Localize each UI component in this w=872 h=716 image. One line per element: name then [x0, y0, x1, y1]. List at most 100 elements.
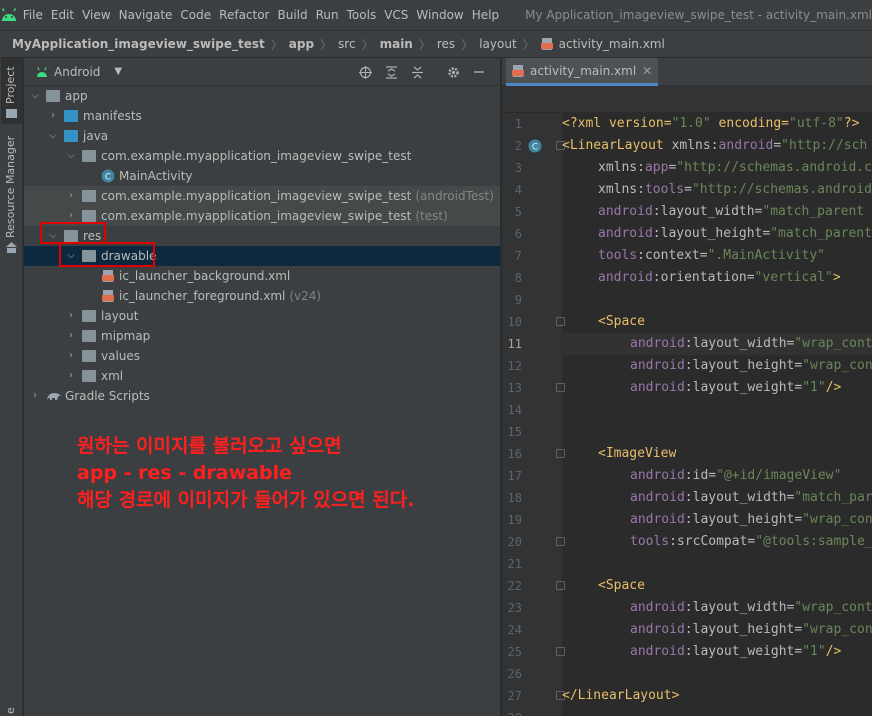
project-tool-tab[interactable]: Project	[1, 58, 22, 124]
menu-tools[interactable]: Tools	[343, 0, 381, 30]
code-token: android	[630, 622, 685, 637]
tree-item-mainactivity[interactable]: C MainActivity	[24, 166, 500, 186]
resource-manager-tool-tab[interactable]: Resource Manager	[1, 135, 22, 258]
chevron-right-icon[interactable]: ›	[66, 306, 76, 326]
code-line: android:layout_weight="1"/>	[630, 641, 841, 663]
tab-label: activity_main.xml	[530, 63, 637, 78]
tab-activity-main-xml[interactable]: activity_main.xml ✕	[506, 58, 659, 86]
chevron-down-icon[interactable]: ⌵	[30, 86, 40, 106]
menu-bar: File Edit View Navigate Code Refactor Bu…	[0, 0, 872, 30]
breadcrumb-main[interactable]: main	[380, 37, 413, 51]
chevron-right-icon[interactable]: ›	[66, 346, 76, 366]
code-token: android	[598, 226, 653, 241]
window-title: My Application_imageview_swipe_test - ac…	[525, 8, 872, 22]
tree-item-package-main[interactable]: ⌵ com.example.myapplication_imageview_sw…	[24, 146, 500, 166]
menu-file[interactable]: File	[19, 0, 47, 30]
code-line-current: android:layout_width="wrap_cont	[562, 333, 872, 355]
minimize-icon[interactable]	[466, 58, 492, 86]
code-line: android:layout_width="match_par	[630, 487, 872, 509]
tree-item-label: Gradle Scripts	[65, 389, 150, 403]
tree-item-manifests[interactable]: › manifests	[24, 106, 500, 126]
line-number: 10	[507, 315, 522, 329]
tree-item-ic-launcher-background[interactable]: ic_launcher_background.xml	[24, 266, 500, 286]
code-editor: activity_main.xml ✕ 1 2 3 4 5 6 7 8 9 10…	[502, 58, 872, 716]
code-token: =	[684, 182, 692, 197]
caret-down-icon[interactable]: ▼	[114, 66, 122, 77]
menu-build[interactable]: Build	[274, 0, 312, 30]
menu-refactor[interactable]: Refactor	[215, 0, 273, 30]
line-number: 14	[507, 403, 522, 417]
close-icon[interactable]: ✕	[642, 64, 652, 78]
chevron-right-icon[interactable]: ›	[30, 386, 40, 406]
collapse-all-icon[interactable]	[404, 58, 430, 86]
folder-icon	[82, 310, 96, 322]
menu-vcs[interactable]: VCS	[380, 0, 412, 30]
code-line: android:layout_height="wrap_con	[630, 509, 872, 531]
menu-run[interactable]: Run	[312, 0, 343, 30]
bottom-tool-tab[interactable]: e	[1, 698, 22, 716]
code-token: android	[718, 138, 774, 153]
resource-icon	[6, 242, 17, 253]
expand-all-icon[interactable]	[378, 58, 404, 86]
tree-item-hint: (androidTest)	[415, 189, 494, 203]
breadcrumb-project[interactable]: MyApplication_imageview_swipe_test	[12, 37, 265, 51]
menu-navigate[interactable]: Navigate	[115, 0, 177, 30]
code-token: :srcCompat=	[669, 534, 756, 549]
breadcrumb-src[interactable]: src	[338, 37, 356, 51]
tree-item-ic-launcher-foreground[interactable]: ic_launcher_foreground.xml (v24)	[24, 286, 500, 306]
gear-icon[interactable]	[440, 58, 466, 86]
highlight-res-box	[40, 222, 106, 244]
tree-item-package-androidtest[interactable]: › com.example.myapplication_imageview_sw…	[24, 186, 500, 206]
resource-manager-tab-label: Resource Manager	[4, 135, 17, 238]
locate-file-icon[interactable]	[352, 58, 378, 86]
tree-item-xml[interactable]: › xml	[24, 366, 500, 386]
tree-item-layout[interactable]: › layout	[24, 306, 500, 326]
breadcrumb-layout[interactable]: layout	[479, 37, 516, 51]
code-line: android:layout_height="match_parent	[598, 223, 872, 245]
class-gutter-icon[interactable]: C	[528, 139, 542, 153]
code-token: "vertical"	[754, 270, 833, 285]
menu-view[interactable]: View	[78, 0, 114, 30]
annotation-line-1: 원하는 이미지를 불러오고 싶으면	[77, 435, 342, 457]
tree-item-label: ic_launcher_background.xml	[119, 269, 291, 283]
chevron-down-icon[interactable]: ⌵	[66, 146, 76, 166]
xml-file-icon	[540, 38, 553, 50]
code-token: android	[630, 644, 685, 659]
chevron-right-icon[interactable]: ›	[66, 366, 76, 386]
line-number: 17	[507, 469, 522, 483]
tree-item-label: mipmap	[101, 329, 151, 343]
menu-code[interactable]: Code	[176, 0, 215, 30]
breadcrumb-res[interactable]: res	[437, 37, 455, 51]
code-token: :layout_height=	[684, 622, 803, 637]
code-area[interactable]: <?xml version="1.0" encoding="utf-8"?> <…	[562, 113, 872, 716]
chevron-right-icon[interactable]: ›	[48, 106, 58, 126]
menu-help[interactable]: Help	[468, 0, 503, 30]
line-number: 8	[514, 271, 522, 285]
tree-item-label: com.example.myapplication_imageview_swip…	[101, 149, 412, 163]
xml-file-icon	[102, 290, 114, 302]
code-token: "http://schemas.android.c	[676, 160, 872, 175]
tree-item-mipmap[interactable]: › mipmap	[24, 326, 500, 346]
chevron-down-icon[interactable]: ⌵	[48, 126, 58, 146]
code-token: <Space	[598, 578, 645, 593]
view-mode-label[interactable]: Android	[54, 65, 100, 79]
chevron-right-icon[interactable]: ›	[66, 326, 76, 346]
tree-item-java[interactable]: ⌵ java	[24, 126, 500, 146]
svg-text:C: C	[532, 143, 538, 153]
tree-item-hint: (test)	[415, 209, 448, 223]
code-token: "utf-8"	[789, 116, 844, 131]
chevron-right-icon[interactable]: ›	[66, 186, 76, 206]
tree-item-label: java	[83, 129, 109, 143]
xml-file-icon	[102, 270, 114, 282]
code-token: xmlns:	[598, 160, 645, 175]
tree-item-values[interactable]: › values	[24, 346, 500, 366]
tree-item-app[interactable]: ⌵ app	[24, 86, 500, 106]
breadcrumb-app[interactable]: app	[289, 37, 314, 51]
menu-window[interactable]: Window	[412, 0, 467, 30]
code-token: :id=	[684, 468, 717, 483]
tree-item-gradle-scripts[interactable]: › Gradle Scripts	[24, 386, 500, 406]
code-token: android	[630, 512, 685, 527]
xml-file-icon	[512, 64, 524, 77]
breadcrumb-file[interactable]: activity_main.xml	[559, 37, 665, 51]
menu-edit[interactable]: Edit	[47, 0, 78, 30]
